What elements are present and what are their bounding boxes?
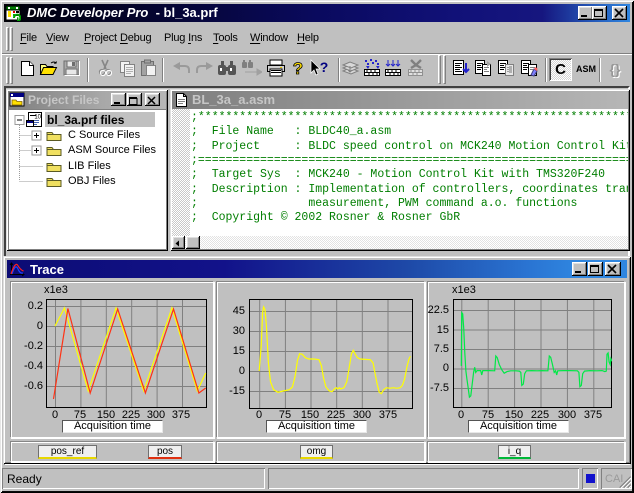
svg-text:?: ? [320, 59, 329, 75]
svg-text:?: ? [293, 59, 303, 77]
svg-text:10: 10 [34, 115, 41, 121]
